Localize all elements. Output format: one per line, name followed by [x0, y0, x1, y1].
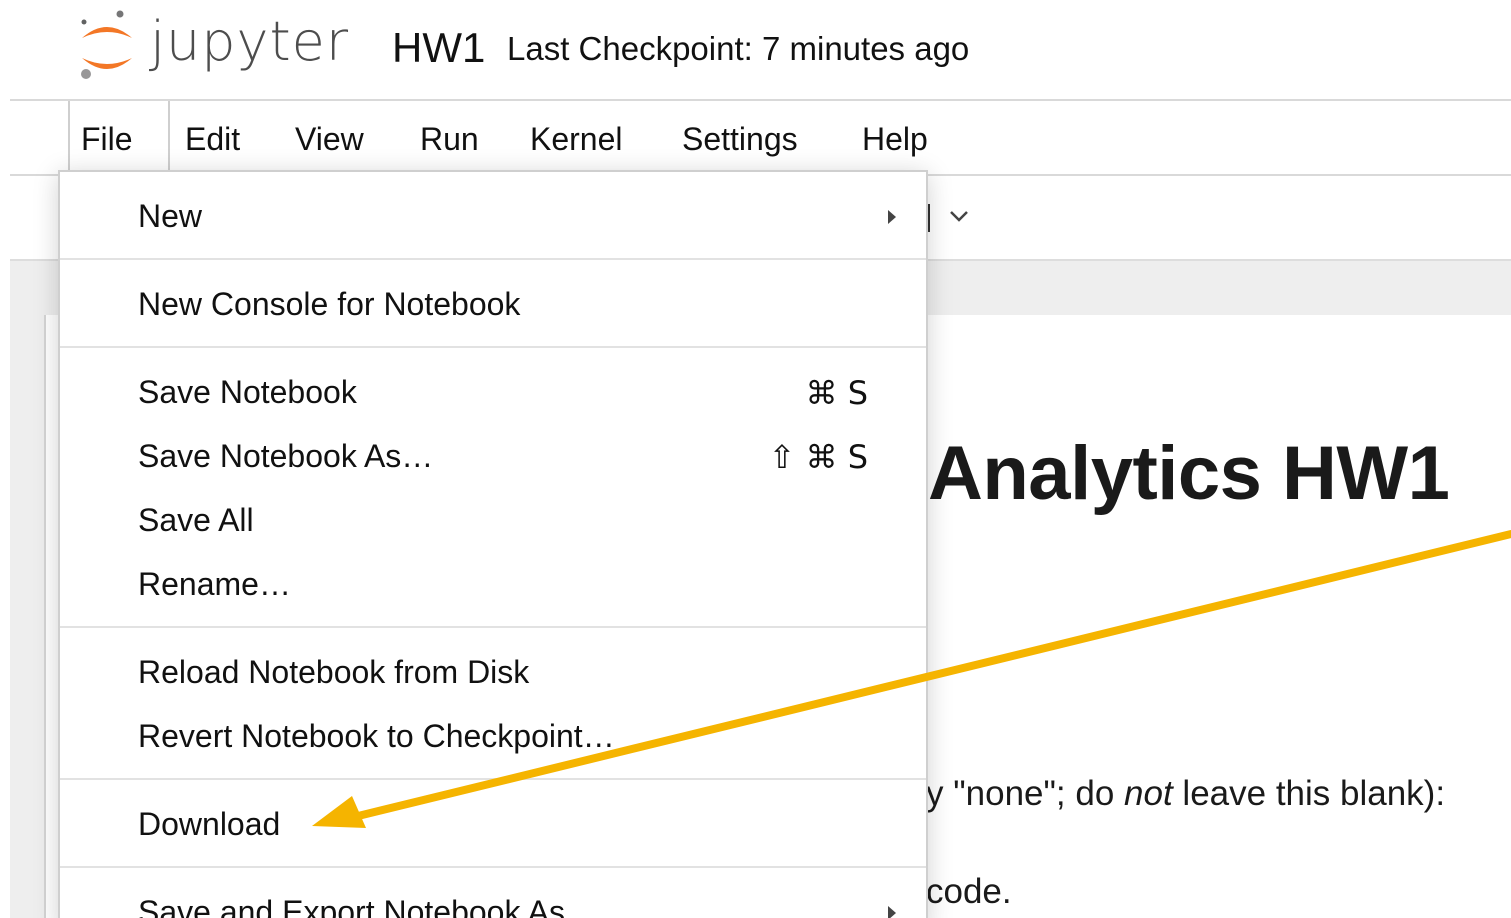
menu-item-label: Rename…	[138, 566, 291, 602]
menu-item-new-console[interactable]: New Console for Notebook	[60, 276, 926, 336]
menu-item-label: New Console for Notebook	[138, 286, 521, 322]
submenu-arrow-icon	[888, 906, 896, 918]
menu-separator	[60, 626, 926, 628]
menu-item-save-and-export[interactable]: Save and Export Notebook As	[60, 884, 926, 918]
menu-item-save-notebook-as[interactable]: Save Notebook As… ⇧ ⌘ S	[60, 428, 926, 488]
menu-item-label: New	[138, 198, 203, 234]
shortcut-label: ⇧ ⌘ S	[768, 438, 868, 476]
menu-item-label: Save and Export Notebook As	[138, 894, 565, 918]
jupyter-wordmark[interactable]: jupyter	[150, 10, 349, 73]
line-text-end: leave this blank):	[1172, 774, 1446, 813]
app-header: jupyter HW1 Last Checkpoint: 7 minutes a…	[0, 0, 1511, 100]
menu-item-save-all[interactable]: Save All	[60, 492, 926, 552]
menu-item-label: Save Notebook As…	[138, 438, 434, 474]
menu-item-save-notebook[interactable]: Save Notebook ⌘ S	[60, 364, 926, 424]
menu-separator	[60, 778, 926, 780]
line-text-start: y "none"; do	[926, 774, 1125, 813]
menu-file[interactable]: File	[81, 121, 133, 158]
menu-item-revert[interactable]: Revert Notebook to Checkpoint…	[60, 708, 926, 768]
menu-item-rename[interactable]: Rename…	[60, 556, 926, 616]
menu-kernel[interactable]: Kernel	[530, 121, 623, 158]
menu-view[interactable]: View	[295, 121, 364, 158]
menu-item-new[interactable]: New	[60, 188, 926, 248]
jupyter-logo-icon[interactable]	[76, 8, 138, 84]
menu-separator	[60, 258, 926, 260]
notebook-text-line-2: code.	[926, 872, 1012, 911]
menu-item-download[interactable]: Download	[60, 796, 926, 856]
menu-run[interactable]: Run	[420, 121, 479, 158]
file-dropdown-menu: New New Console for Notebook Save Notebo…	[58, 170, 928, 918]
menu-item-label: Save All	[138, 502, 254, 538]
checkpoint-status: Last Checkpoint: 7 minutes ago	[507, 30, 970, 67]
line-text-emphasis: not	[1124, 774, 1173, 813]
shortcut-label: ⌘ S	[805, 374, 868, 412]
menu-bar: File Edit View Run Kernel Settings Help	[10, 101, 1511, 175]
menu-help[interactable]: Help	[862, 121, 928, 158]
menu-separator	[60, 346, 926, 348]
menu-separator	[60, 866, 926, 868]
menu-item-label: Save Notebook	[138, 374, 357, 410]
menu-item-reload[interactable]: Reload Notebook from Disk	[60, 644, 926, 704]
notebook-text-line: y "none"; do not leave this blank):	[926, 774, 1445, 814]
notebook-name[interactable]: HW1	[392, 24, 485, 72]
menu-item-label: Reload Notebook from Disk	[138, 654, 530, 690]
submenu-arrow-icon	[888, 210, 896, 224]
notebook-heading: Analytics HW1	[928, 431, 1450, 516]
menu-settings[interactable]: Settings	[682, 121, 798, 158]
menu-edit[interactable]: Edit	[185, 121, 240, 158]
chevron-down-icon[interactable]	[948, 206, 970, 226]
menu-item-label: Revert Notebook to Checkpoint…	[138, 718, 615, 754]
menu-item-label: Download	[138, 806, 281, 842]
